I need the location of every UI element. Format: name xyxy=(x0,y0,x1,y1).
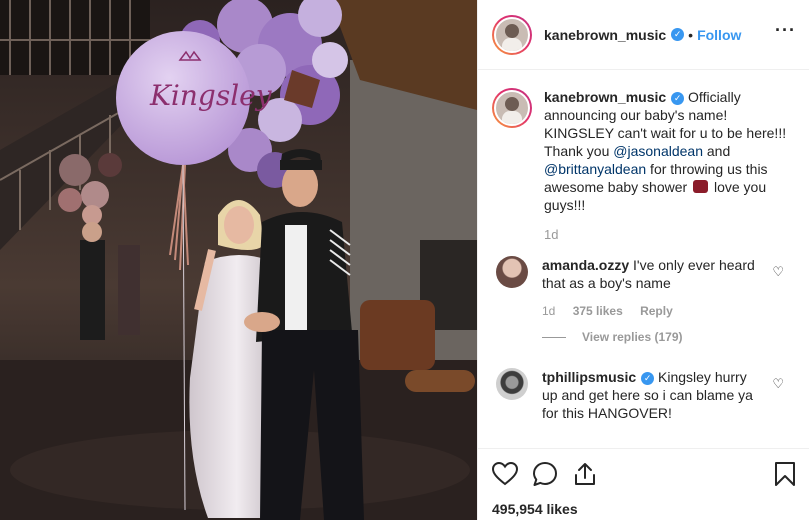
post-side-panel: kanebrown_music ✓ • Follow ··· kanebrown… xyxy=(477,0,809,520)
author-avatar[interactable] xyxy=(492,14,532,55)
caption-timestamp: 1d xyxy=(544,227,559,242)
action-icons xyxy=(492,461,796,487)
caption-text: kanebrown_music ✓ Officially announcing o… xyxy=(544,88,794,214)
caption-username[interactable]: kanebrown_music xyxy=(544,89,666,105)
view-replies-line xyxy=(542,336,566,338)
caption-verified-badge-icon: ✓ xyxy=(671,92,685,105)
post-photo-illustration: Kingsley xyxy=(0,0,477,520)
view-replies-button[interactable]: View replies (179) xyxy=(542,330,796,344)
commenter-avatar[interactable] xyxy=(496,256,528,288)
comment-meta: 1d 375 likes Reply xyxy=(542,304,796,318)
comment-body: amanda.ozzy I've only ever heard that as… xyxy=(542,256,764,292)
share-icon[interactable] xyxy=(572,461,598,487)
comments-section[interactable]: kanebrown_music ✓ Officially announcing o… xyxy=(478,70,809,448)
balloon-kingsley-text: Kingsley xyxy=(149,79,273,112)
view-replies-label: View replies (179) xyxy=(582,330,683,344)
post-photo[interactable]: Kingsley xyxy=(0,0,477,520)
follow-button[interactable]: Follow xyxy=(697,27,741,43)
mention-brittanyaldean[interactable]: @brittanyaldean xyxy=(544,161,646,177)
header-separator: • xyxy=(688,26,694,43)
verified-badge-icon: ✓ xyxy=(671,28,685,41)
caption-avatar[interactable] xyxy=(492,88,532,128)
comment-timestamp: 1d xyxy=(542,304,556,318)
heart-icon[interactable] xyxy=(492,462,518,486)
comment-like-heart-icon[interactable]: ♡ xyxy=(772,264,784,280)
commenter-username[interactable]: amanda.ozzy xyxy=(542,257,629,273)
author-username[interactable]: kanebrown_music xyxy=(544,27,666,43)
comment-icon[interactable] xyxy=(532,461,558,487)
caption: kanebrown_music ✓ Officially announcing o… xyxy=(492,88,796,214)
mention-jasonaldean[interactable]: @jasonaldean xyxy=(613,143,703,159)
commenter-verified-badge-icon: ✓ xyxy=(641,372,655,385)
comment-item: amanda.ozzy I've only ever heard that as… xyxy=(492,256,796,292)
comment-item: tphillipsmusic ✓ Kingsley hurry up and ge… xyxy=(492,368,796,422)
instagram-post: Kingsley kanebrown_music ✓ • Follow ··· … xyxy=(0,0,809,520)
comment-reply-button[interactable]: Reply xyxy=(640,304,673,318)
post-actions: 495,954 likes xyxy=(478,448,809,517)
bookmark-icon[interactable] xyxy=(774,461,796,487)
more-options-icon[interactable]: ··· xyxy=(775,21,796,39)
comment-body: tphillipsmusic ✓ Kingsley hurry up and ge… xyxy=(542,368,764,422)
comment-like-heart-icon[interactable]: ♡ xyxy=(772,376,784,392)
hundred-points-emoji-icon xyxy=(693,180,709,193)
commenter-username[interactable]: tphillipsmusic xyxy=(542,369,636,385)
commenter-avatar[interactable] xyxy=(496,368,528,400)
like-count[interactable]: 495,954 likes xyxy=(492,501,796,517)
comment-likes[interactable]: 375 likes xyxy=(573,304,623,318)
caption-text-part-2: and xyxy=(703,143,731,159)
post-header: kanebrown_music ✓ • Follow ··· xyxy=(478,0,809,70)
